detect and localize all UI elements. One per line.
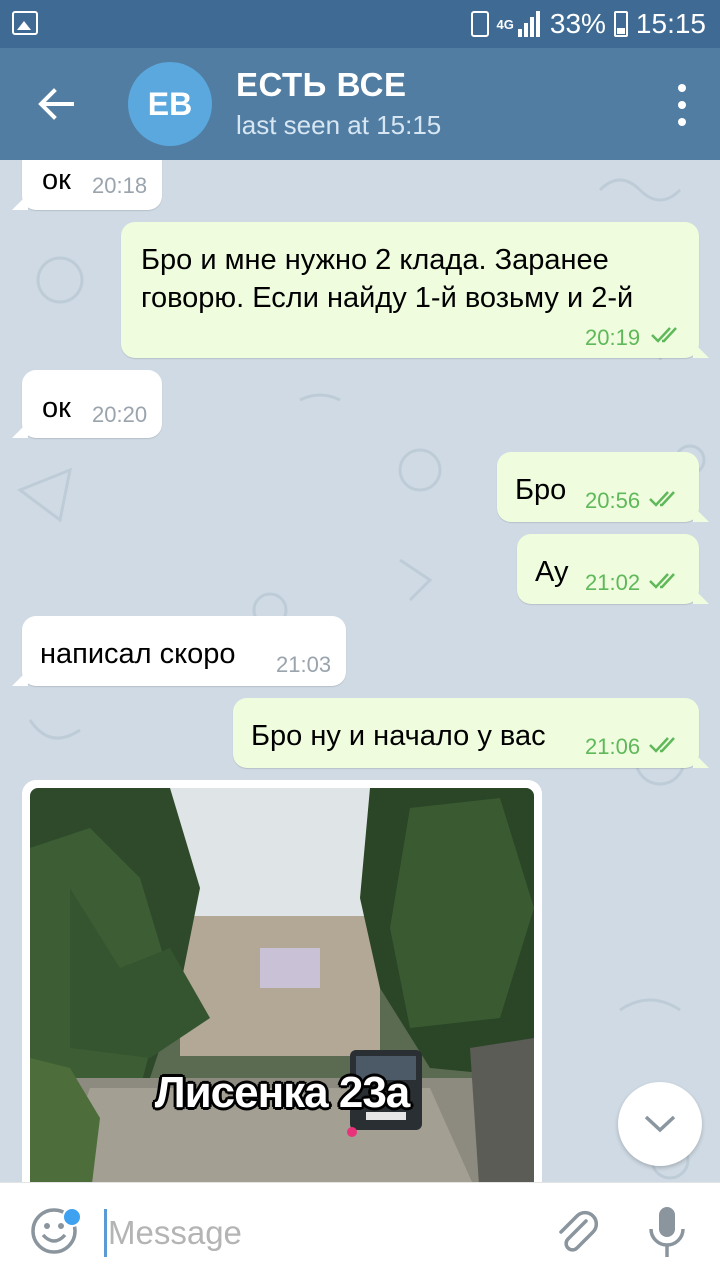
- battery-icon: [613, 11, 628, 37]
- message-incoming[interactable]: написал скоро 21:03: [12, 616, 346, 686]
- message-input[interactable]: [108, 1207, 528, 1259]
- clock: 15:15: [635, 8, 706, 39]
- bubble-tail: [693, 752, 709, 768]
- message-text-line: говорю. Если найду 1-й возьму и 2-й: [141, 282, 634, 314]
- message-time: 20:20: [92, 402, 148, 427]
- back-button[interactable]: [30, 78, 82, 130]
- microphone-icon[interactable]: [646, 1205, 688, 1261]
- message-time: 21:03: [276, 652, 332, 677]
- message-text: ок: [42, 164, 71, 196]
- last-seen-status: last seen at 15:15: [236, 110, 442, 140]
- network-type: 4G: [496, 16, 514, 32]
- dot-icon: [678, 118, 686, 126]
- message-composer: [0, 1182, 720, 1280]
- chat-header: EB ЕСТЬ ВСЕ last seen at 15:15: [0, 48, 720, 160]
- message-text: Ау: [535, 556, 569, 588]
- message-outgoing[interactable]: Ау 21:02: [517, 534, 709, 604]
- street-photo-illustration: [30, 788, 534, 1182]
- message-time: 20:19: [585, 325, 641, 350]
- bubble-tail: [12, 422, 28, 438]
- message-outgoing[interactable]: Бро 20:56: [497, 452, 709, 522]
- photo-message[interactable]: Лисенка 23а: [22, 780, 542, 1182]
- bubble-tail: [12, 670, 28, 686]
- message-text: Бро ну и начало у вас: [251, 720, 546, 752]
- message-time: 21:02: [585, 570, 641, 595]
- read-checks-icon: [651, 327, 677, 343]
- message-text: написал скоро: [40, 638, 236, 670]
- message-outgoing[interactable]: Бро и мне нужно 2 клада. Заранее говорю.…: [121, 222, 709, 358]
- more-menu-button[interactable]: [672, 84, 692, 126]
- bubble-tail: [693, 588, 709, 604]
- message-time: 20:18: [92, 173, 148, 198]
- status-right: 4G 33% 15:15: [470, 8, 706, 40]
- bubble-tail: [693, 342, 709, 358]
- scroll-to-bottom-button[interactable]: [618, 1082, 702, 1166]
- attach-icon[interactable]: [552, 1207, 602, 1257]
- message-text: Бро: [515, 474, 567, 506]
- read-checks-icon: [649, 737, 675, 753]
- message-text: ок: [42, 392, 71, 424]
- photo-caption: Лисенка 23а: [154, 1068, 411, 1117]
- status-bar: 4G 33% 15:15: [0, 0, 720, 48]
- bubble-tail: [12, 194, 28, 210]
- signal-icon: [517, 11, 542, 37]
- chat-title[interactable]: ЕСТЬ ВСЕ: [236, 66, 406, 104]
- read-checks-icon: [649, 573, 675, 589]
- text-cursor: [104, 1209, 107, 1257]
- arrow-left-icon: [38, 88, 74, 120]
- message-text-line: Бро и мне нужно 2 клада. Заранее: [141, 244, 609, 276]
- chevron-down-icon: [644, 1115, 676, 1133]
- read-checks-icon: [649, 491, 675, 507]
- battery-saver-icon: [470, 11, 489, 37]
- new-stickers-badge: [62, 1207, 82, 1227]
- message-outgoing[interactable]: Бро ну и начало у вас 21:06: [233, 698, 709, 768]
- photo-image[interactable]: Лисенка 23а: [30, 788, 534, 1182]
- gallery-notification-icon: [12, 11, 38, 35]
- bubble-tail: [693, 506, 709, 522]
- avatar[interactable]: EB: [128, 62, 212, 146]
- message-incoming[interactable]: ок 20:18: [12, 160, 162, 210]
- battery-percent: 33%: [549, 8, 606, 39]
- message-list[interactable]: ок 20:18 Бро и мне нужно 2 клада. Заране…: [0, 160, 720, 1182]
- dot-icon: [678, 84, 686, 92]
- message-incoming[interactable]: ок 20:20: [12, 370, 162, 438]
- message-time: 20:56: [585, 488, 641, 513]
- message-time: 21:06: [585, 734, 641, 759]
- dot-icon: [678, 101, 686, 109]
